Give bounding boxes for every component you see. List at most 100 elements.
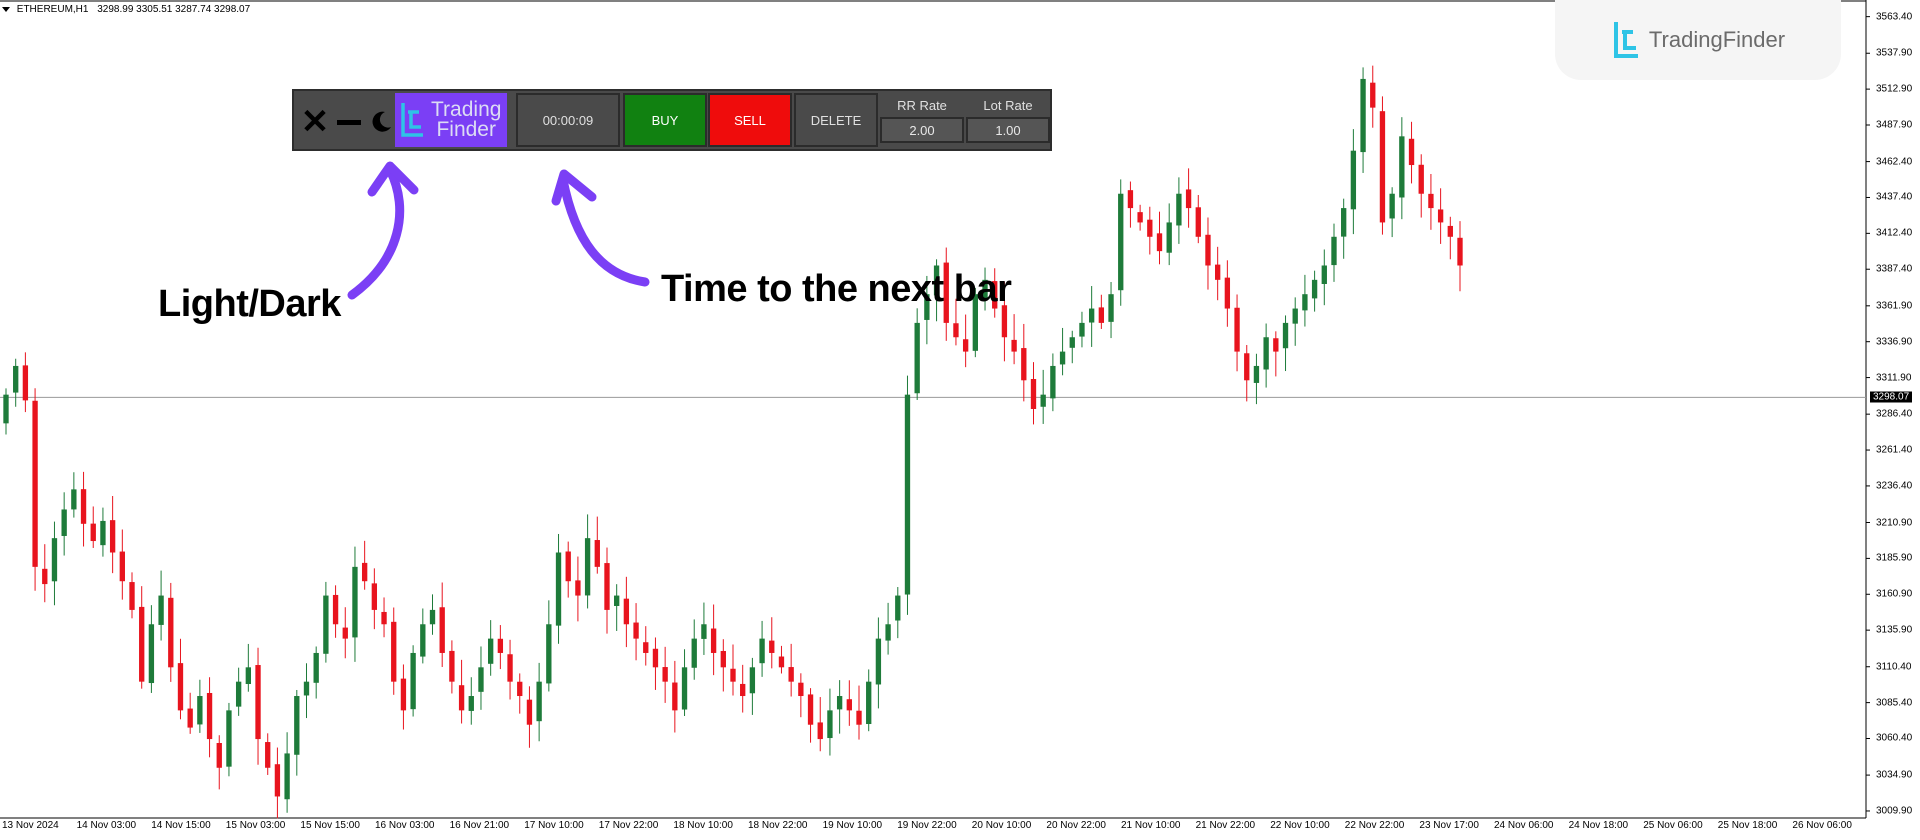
price-tick-label: 3537.90	[1876, 47, 1913, 59]
candle-body	[148, 624, 155, 684]
candle-body	[1205, 234, 1211, 266]
candle	[546, 600, 552, 692]
candle	[168, 582, 174, 682]
candle	[1050, 353, 1056, 412]
candle-body	[1069, 337, 1075, 348]
price-tick-label: 3060.40	[1876, 732, 1913, 744]
price-tick-label: 3563.40	[1876, 11, 1913, 23]
candle	[1302, 274, 1308, 327]
tradingfinder-watermark: TradingFinder	[1555, 0, 1841, 80]
candle	[681, 649, 688, 716]
time-tick-label: 18 Nov 10:00	[673, 820, 733, 831]
annotation-light-dark: Light/Dark	[158, 283, 341, 325]
candle	[1341, 198, 1347, 259]
candle	[216, 735, 222, 790]
candle-body	[265, 742, 271, 768]
candle	[594, 516, 600, 574]
candle	[1137, 204, 1143, 231]
time-tick-label: 20 Nov 22:00	[1046, 820, 1106, 831]
price-tick-label: 3387.40	[1876, 263, 1913, 275]
candle-body	[226, 710, 232, 767]
candle-body	[1263, 337, 1269, 370]
candle-body	[778, 656, 785, 668]
candle	[458, 659, 465, 724]
candle	[410, 645, 416, 717]
candle	[1408, 121, 1415, 184]
candle-body	[497, 638, 504, 653]
brand-button[interactable]: Trading Finder	[395, 93, 507, 147]
candle	[1418, 154, 1424, 218]
buy-button[interactable]: BUY	[623, 93, 707, 147]
tradingfinder-logo-icon	[1611, 18, 1641, 62]
candle	[1069, 330, 1075, 364]
candle	[478, 646, 484, 710]
candle-body	[643, 642, 649, 653]
candle	[778, 645, 785, 674]
lot-rate-input[interactable]: 1.00	[966, 117, 1050, 143]
candle	[158, 570, 164, 641]
candle-body	[177, 663, 184, 711]
current-price-label: 3298.07	[1870, 391, 1913, 403]
time-tick-label: 25 Nov 06:00	[1643, 820, 1703, 831]
candle-body	[352, 566, 358, 638]
symbol-menu-icon[interactable]	[2, 6, 10, 12]
delete-button[interactable]: DELETE	[794, 93, 878, 147]
candle	[468, 677, 474, 725]
rr-rate-input[interactable]: 2.00	[880, 117, 964, 143]
price-tick-label: 3412.40	[1876, 227, 1913, 239]
close-icon[interactable]: ✕	[300, 101, 330, 143]
candle	[1156, 211, 1163, 265]
candle-body	[846, 699, 852, 711]
candle-body	[100, 520, 106, 546]
candle-body	[1127, 190, 1134, 209]
price-tick-label: 3110.40	[1876, 661, 1912, 673]
candle-body	[197, 696, 203, 725]
candle	[701, 602, 707, 655]
time-tick-label: 18 Nov 22:00	[748, 820, 808, 831]
price-tick-label: 3361.90	[1876, 300, 1913, 312]
candle	[187, 692, 193, 734]
price-axis[interactable]: 3563.40 3537.90 3512.90 3487.90 3462.40 3437.…	[1868, 0, 1920, 818]
candle	[284, 732, 290, 813]
candle-body	[109, 520, 116, 553]
rr-rate-label: RR Rate	[897, 97, 947, 113]
candle-body	[158, 595, 164, 625]
candle	[1370, 65, 1376, 128]
candle-body	[1302, 294, 1308, 311]
candle-body	[1166, 222, 1172, 253]
candle-body	[1088, 308, 1095, 323]
candle-body	[662, 667, 668, 682]
candle-body	[439, 607, 445, 653]
candle-body	[1437, 209, 1444, 223]
symbol-header: ETHEREUM,H1 3298.99 3305.51 3287.74 3298…	[2, 4, 250, 15]
candle-body	[856, 710, 862, 725]
candle	[429, 594, 436, 635]
candle-body	[410, 652, 416, 710]
sell-button[interactable]: SELL	[708, 93, 792, 147]
candle-body	[788, 667, 794, 682]
candle-body	[284, 753, 290, 800]
candle	[584, 514, 591, 609]
candle	[1108, 281, 1114, 339]
minimize-icon[interactable]	[334, 101, 364, 143]
candle-body	[914, 322, 920, 394]
candle	[1147, 206, 1153, 255]
candle-body	[536, 681, 542, 722]
candle-body	[1282, 322, 1289, 349]
candle-body	[817, 722, 823, 740]
candle	[827, 688, 833, 756]
moon-icon[interactable]	[366, 101, 396, 143]
candle	[488, 620, 494, 676]
candle	[526, 686, 533, 748]
candle	[420, 608, 426, 664]
price-tick-label: 3160.90	[1876, 588, 1913, 600]
candle	[90, 506, 96, 548]
price-tick-label: 3437.40	[1876, 191, 1913, 203]
time-tick-label: 24 Nov 18:00	[1568, 820, 1629, 831]
candle-body	[1040, 394, 1046, 407]
candle-body	[1156, 233, 1163, 252]
candle-body	[807, 694, 814, 725]
candle-body	[730, 668, 736, 682]
candle	[61, 492, 67, 556]
candle-body	[904, 394, 911, 595]
